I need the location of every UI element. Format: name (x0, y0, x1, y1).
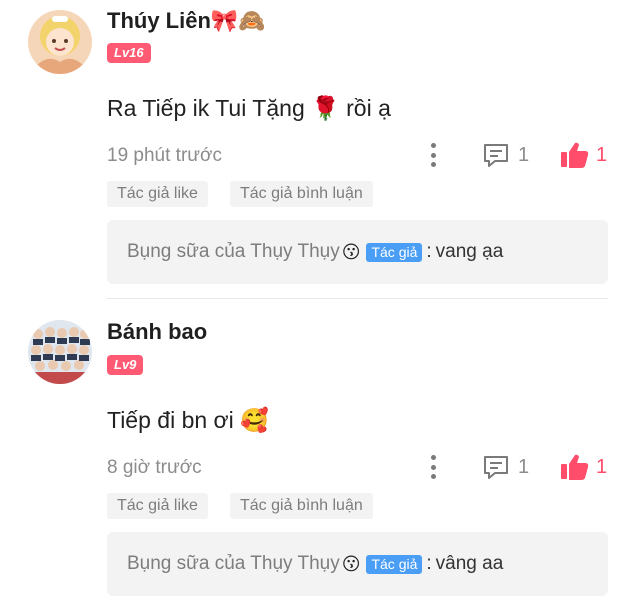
reply-separator: : (426, 553, 432, 574)
tag-author-like: Tác giả like (107, 493, 208, 519)
more-dot (430, 162, 436, 167)
tag-author-commented: Tác giả bình luận (230, 493, 373, 519)
comment-timestamp: 19 phút trước (107, 145, 222, 166)
author-badge: Tác giả (366, 554, 423, 574)
reply-count: 1 (518, 455, 530, 478)
more-dot (430, 152, 436, 158)
tag-author-commented: Tác giả bình luận (230, 181, 373, 207)
comment-text: Tiếp đi bn ơi 🥰 (107, 407, 269, 433)
reply-content: vang ạa (435, 241, 504, 262)
comment-item: Thúy Liên🎀🙈 Lv16 Ra Tiếp ik Tui Tặng 🌹 r… (0, 0, 636, 298)
more-options-button[interactable] (424, 141, 442, 169)
reply-button[interactable]: 1 (482, 453, 529, 481)
reply-author-name: Bụng sữa của Thụy Thụy (127, 241, 340, 262)
avatar-image (28, 320, 92, 384)
like-button[interactable]: 1 (560, 141, 607, 169)
reply-separator: : (426, 241, 432, 262)
like-button[interactable]: 1 (560, 453, 607, 481)
level-badge: Lv9 (107, 355, 144, 375)
reply-button[interactable]: 1 (482, 141, 529, 169)
comment-text: Ra Tiếp ik Tui Tặng 🌹 rồi ạ (107, 95, 391, 121)
comment-item: Bánh bao Lv9 Tiếp đi bn ơi 🥰 8 giờ trước… (0, 312, 636, 600)
comment-bubble-icon (484, 144, 508, 167)
thumbs-up-icon (561, 142, 589, 168)
author-badge: Tác giả (366, 242, 423, 262)
username[interactable]: Thúy Liên🎀🙈 (107, 8, 266, 34)
reply-count: 1 (518, 143, 530, 166)
avatar-image (28, 10, 92, 74)
reply-author-emoji: 😗 (341, 553, 361, 574)
more-dot (430, 474, 436, 479)
comment-bubble-icon (484, 456, 508, 479)
avatar[interactable] (28, 320, 92, 384)
avatar[interactable] (28, 10, 92, 74)
comment-timestamp: 8 giờ trước (107, 457, 202, 478)
more-vertical-icon (430, 143, 436, 148)
divider (107, 298, 608, 299)
tag-author-like: Tác giả like (107, 181, 208, 207)
username[interactable]: Bánh bao (107, 319, 207, 345)
more-options-button[interactable] (424, 453, 442, 481)
more-vertical-icon (430, 455, 436, 460)
thumbs-up-icon (561, 454, 589, 480)
author-reply-preview[interactable]: Bụng sữa của Thụy Thụy 😗 Tác giả : vang … (107, 220, 608, 284)
like-count: 1 (596, 143, 608, 166)
level-badge: Lv16 (107, 43, 151, 63)
reply-content: vâng aa (435, 553, 504, 574)
author-reply-preview[interactable]: Bụng sữa của Thụy Thụy 😗 Tác giả : vâng … (107, 532, 608, 596)
reply-author-name: Bụng sữa của Thụy Thụy (127, 553, 340, 574)
more-dot (430, 464, 436, 470)
like-count: 1 (596, 455, 608, 478)
reply-author-emoji: 😗 (341, 241, 361, 262)
